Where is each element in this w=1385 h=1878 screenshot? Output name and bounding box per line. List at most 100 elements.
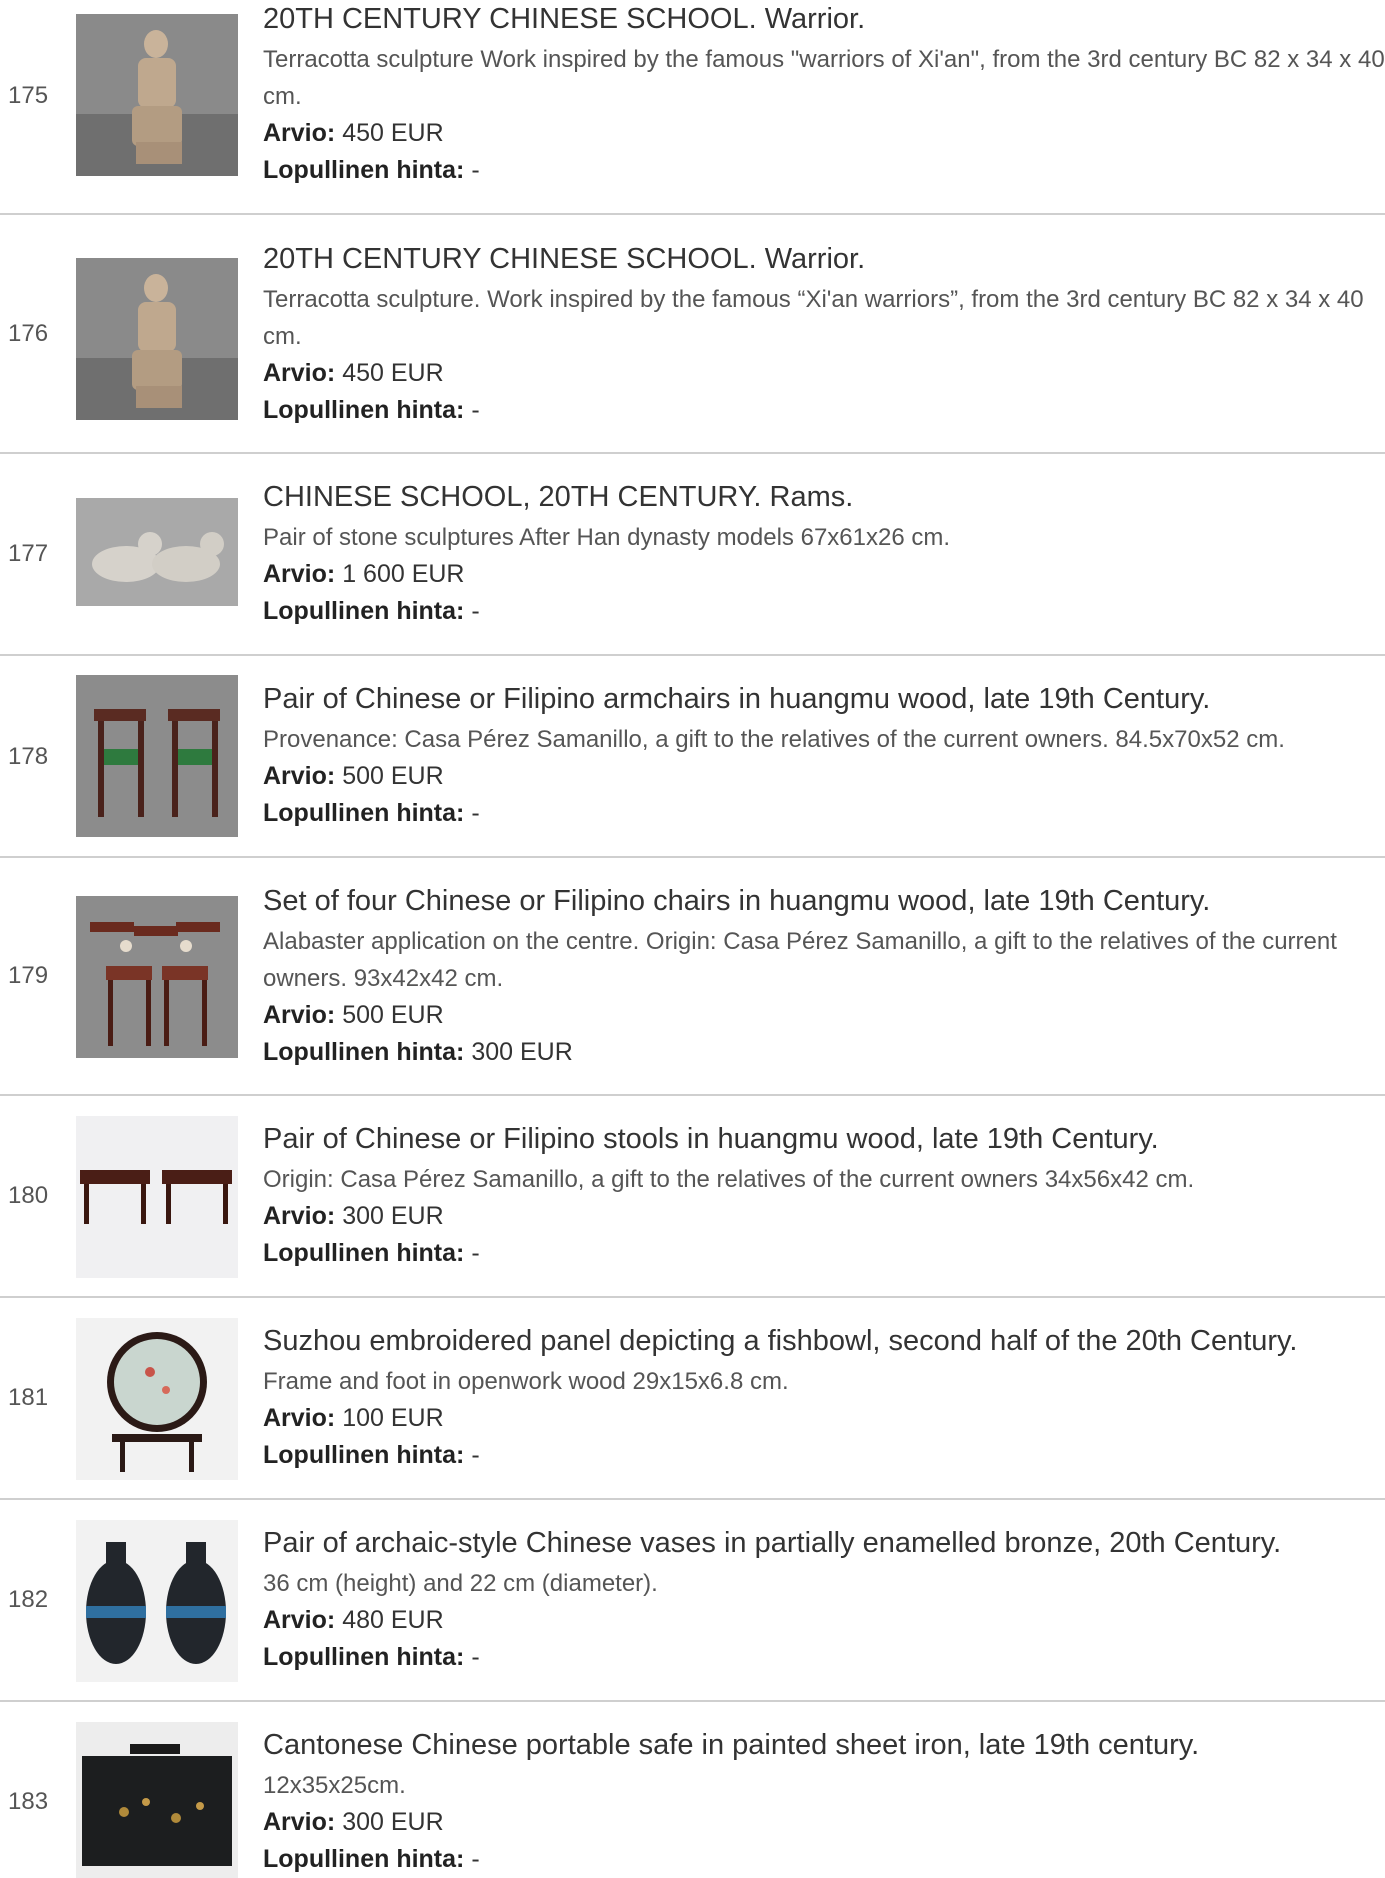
lot-details: 20TH CENTURY CHINESE SCHOOL. Warrior. Te… xyxy=(263,240,1385,429)
estimate-row: Arvio: 450 EUR xyxy=(263,115,1385,152)
final-price-label: Lopullinen hinta: xyxy=(263,1239,465,1267)
estimate-row: Arvio: 450 EUR xyxy=(263,355,1385,392)
lot-title[interactable]: Set of four Chinese or Filipino chairs i… xyxy=(263,882,1385,920)
lot-title[interactable]: 20TH CENTURY CHINESE SCHOOL. Warrior. xyxy=(263,240,1385,278)
lot-title[interactable]: Pair of Chinese or Filipino armchairs in… xyxy=(263,680,1385,718)
estimate-label: Arvio: xyxy=(263,1808,336,1836)
final-price-row: Lopullinen hinta: - xyxy=(263,392,1385,429)
lot-description: 36 cm (height) and 22 cm (diameter). xyxy=(263,1570,658,1597)
lot-number: 177 xyxy=(8,540,49,567)
lot-details: CHINESE SCHOOL, 20TH CENTURY. Rams. Pair… xyxy=(263,478,1385,630)
estimate-label: Arvio: xyxy=(263,1606,336,1634)
lot-number: 181 xyxy=(8,1384,49,1411)
chairs-image[interactable] xyxy=(76,896,238,1058)
final-price-row: Lopullinen hinta: - xyxy=(263,1235,1385,1272)
lot-title[interactable]: Pair of archaic-style Chinese vases in p… xyxy=(263,1524,1385,1562)
final-price-value: - xyxy=(471,1845,480,1873)
lot-number: 182 xyxy=(8,1586,49,1613)
lot-number: 180 xyxy=(8,1182,49,1209)
final-price-row: Lopullinen hinta: - xyxy=(263,1639,1385,1676)
lot-item: 176 20TH CENTURY CHINESE SCHOOL. Warrior… xyxy=(0,240,1385,452)
lot-details: Suzhou embroidered panel depicting a fis… xyxy=(263,1322,1385,1474)
estimate-value: 480 EUR xyxy=(342,1606,444,1634)
estimate-row: Arvio: 500 EUR xyxy=(263,997,1385,1034)
lot-title[interactable]: 20TH CENTURY CHINESE SCHOOL. Warrior. xyxy=(263,0,1385,38)
stone-rams-image[interactable] xyxy=(76,498,238,606)
final-price-label: Lopullinen hinta: xyxy=(263,1441,465,1469)
lot-description: Alabaster application on the centre. Ori… xyxy=(263,928,1337,992)
estimate-value: 300 EUR xyxy=(342,1202,444,1230)
final-price-value: - xyxy=(471,1239,480,1267)
final-price-row: Lopullinen hinta: 300 EUR xyxy=(263,1034,1385,1071)
final-price-value: - xyxy=(471,1643,480,1671)
estimate-value: 100 EUR xyxy=(342,1404,444,1432)
estimate-value: 500 EUR xyxy=(342,762,444,790)
estimate-label: Arvio: xyxy=(263,1001,336,1029)
final-price-value: 300 EUR xyxy=(471,1038,573,1066)
final-price-label: Lopullinen hinta: xyxy=(263,396,465,424)
lot-title[interactable]: Suzhou embroidered panel depicting a fis… xyxy=(263,1322,1385,1360)
lot-description: 12x35x25cm. xyxy=(263,1772,406,1799)
estimate-value: 300 EUR xyxy=(342,1808,444,1836)
final-price-label: Lopullinen hinta: xyxy=(263,597,465,625)
final-price-row: Lopullinen hinta: - xyxy=(263,1841,1385,1878)
lot-item: 178 Pair of Chinese or Filipino armchair… xyxy=(0,675,1385,855)
lot-title[interactable]: Pair of Chinese or Filipino stools in hu… xyxy=(263,1120,1385,1158)
final-price-value: - xyxy=(471,396,480,424)
armchairs-image[interactable] xyxy=(76,675,238,837)
estimate-row: Arvio: 300 EUR xyxy=(263,1804,1385,1841)
final-price-row: Lopullinen hinta: - xyxy=(263,1437,1385,1474)
estimate-row: Arvio: 480 EUR xyxy=(263,1602,1385,1639)
lot-details: Pair of Chinese or Filipino armchairs in… xyxy=(263,680,1385,832)
final-price-value: - xyxy=(471,1441,480,1469)
bronze-vases-image[interactable] xyxy=(76,1520,238,1682)
divider xyxy=(0,1296,1385,1298)
estimate-row: Arvio: 300 EUR xyxy=(263,1198,1385,1235)
divider xyxy=(0,1498,1385,1500)
lot-number: 183 xyxy=(8,1788,49,1815)
final-price-row: Lopullinen hinta: - xyxy=(263,593,1385,630)
lot-details: Set of four Chinese or Filipino chairs i… xyxy=(263,882,1385,1071)
lot-item: 177 CHINESE SCHOOL, 20TH CENTURY. Rams. … xyxy=(0,478,1385,653)
divider xyxy=(0,654,1385,656)
lot-description: Terracotta sculpture. Work inspired by t… xyxy=(263,286,1364,350)
lot-details: Cantonese Chinese portable safe in paint… xyxy=(263,1726,1385,1878)
lot-item: 183 Cantonese Chinese portable safe in p… xyxy=(0,1722,1385,1878)
estimate-row: Arvio: 500 EUR xyxy=(263,758,1385,795)
final-price-row: Lopullinen hinta: - xyxy=(263,795,1385,832)
estimate-label: Arvio: xyxy=(263,762,336,790)
lot-details: Pair of archaic-style Chinese vases in p… xyxy=(263,1524,1385,1676)
lot-description: Frame and foot in openwork wood 29x15x6.… xyxy=(263,1368,789,1395)
lot-number: 179 xyxy=(8,962,49,989)
lot-number: 176 xyxy=(8,320,49,347)
lot-number: 178 xyxy=(8,743,49,770)
lot-item: 181 Suzhou embroidered panel depicting a… xyxy=(0,1318,1385,1497)
divider xyxy=(0,213,1385,215)
embroidered-panel-image[interactable] xyxy=(76,1318,238,1480)
estimate-label: Arvio: xyxy=(263,560,336,588)
lot-item: 175 20TH CENTURY CHINESE SCHOOL. Warrior… xyxy=(0,0,1385,214)
lot-item: 180 Pair of Chinese or Filipino stools i… xyxy=(0,1116,1385,1295)
estimate-label: Arvio: xyxy=(263,359,336,387)
estimate-value: 500 EUR xyxy=(342,1001,444,1029)
divider xyxy=(0,1700,1385,1702)
final-price-label: Lopullinen hinta: xyxy=(263,1038,465,1066)
final-price-value: - xyxy=(471,156,480,184)
estimate-value: 450 EUR xyxy=(342,359,444,387)
stools-image[interactable] xyxy=(76,1116,238,1278)
lot-description: Origin: Casa Pérez Samanillo, a gift to … xyxy=(263,1166,1195,1193)
final-price-row: Lopullinen hinta: - xyxy=(263,152,1385,189)
lot-item: 179 Set of four Chinese or Filipino chai… xyxy=(0,882,1385,1094)
lot-title[interactable]: CHINESE SCHOOL, 20TH CENTURY. Rams. xyxy=(263,478,1385,516)
final-price-label: Lopullinen hinta: xyxy=(263,156,465,184)
lot-description: Provenance: Casa Pérez Samanillo, a gift… xyxy=(263,726,1285,753)
terracotta-warrior-image[interactable] xyxy=(76,258,238,420)
estimate-value: 1 600 EUR xyxy=(342,560,465,588)
final-price-label: Lopullinen hinta: xyxy=(263,799,465,827)
lot-title[interactable]: Cantonese Chinese portable safe in paint… xyxy=(263,1726,1385,1764)
terracotta-warrior-image[interactable] xyxy=(76,14,238,176)
estimate-row: Arvio: 1 600 EUR xyxy=(263,556,1385,593)
divider xyxy=(0,1094,1385,1096)
iron-safe-image[interactable] xyxy=(76,1722,238,1878)
lot-description: Terracotta sculpture Work inspired by th… xyxy=(263,46,1385,110)
